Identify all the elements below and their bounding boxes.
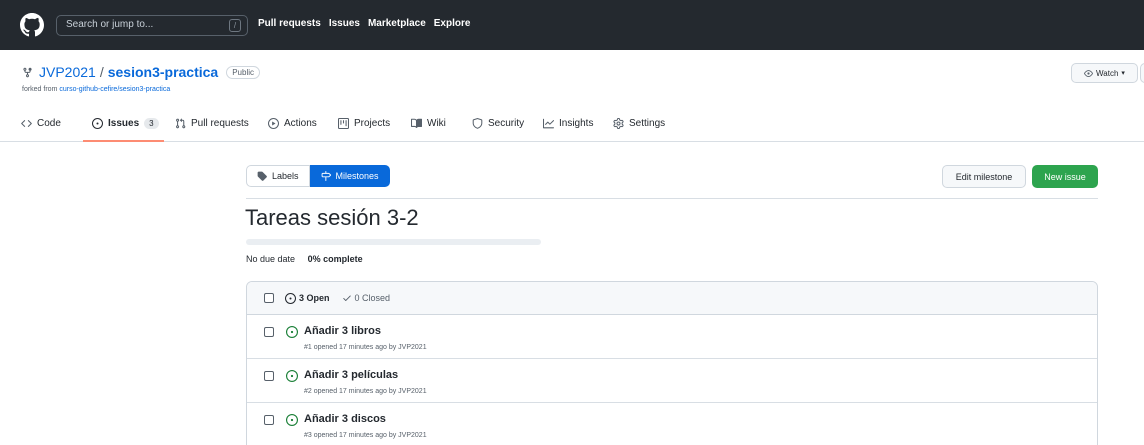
project-icon: [338, 118, 349, 129]
tab-projects[interactable]: Projects: [338, 118, 390, 129]
issue-opened-icon: [286, 326, 298, 338]
tab-issues-label: Issues: [108, 118, 140, 129]
forked-from-link[interactable]: curso-github-cefire/sesion3-practica: [59, 86, 170, 93]
open-count: 3 Open: [299, 293, 330, 303]
labels-link[interactable]: Labels: [246, 165, 310, 187]
issue-checkbox[interactable]: [264, 327, 274, 337]
eye-icon: [1084, 69, 1093, 77]
tab-security-label: Security: [488, 118, 525, 129]
visibility-badge: Public: [226, 65, 261, 79]
issues-counter: 3: [144, 118, 159, 129]
tab-code-label: Code: [37, 118, 61, 129]
issues-list: 3 Open 0 Closed Añadir 3 libros #1 opene…: [246, 281, 1098, 445]
milestone-meta: No due date 0% complete: [246, 254, 363, 264]
tab-pull-requests[interactable]: Pull requests: [175, 118, 249, 129]
book-icon: [411, 118, 422, 128]
issue-meta: #2 opened 17 minutes ago by JVP2021: [304, 388, 427, 395]
repo-owner-link[interactable]: JVP2021: [39, 64, 96, 80]
code-icon: [21, 120, 32, 127]
watch-label: Watch: [1096, 68, 1119, 78]
repo-name-link[interactable]: sesion3-practica: [108, 64, 219, 80]
edit-milestone-button[interactable]: Edit milestone: [942, 165, 1026, 188]
issue-opened-icon: [92, 118, 103, 129]
issue-opened-icon: [286, 370, 298, 382]
issue-opened-icon: [285, 292, 296, 304]
search-shortcut-key: /: [229, 19, 241, 32]
play-icon: [268, 118, 279, 129]
check-icon: [342, 295, 351, 301]
nav-pull-requests[interactable]: Pull requests: [258, 18, 321, 29]
repo-title: JVP2021 / sesion3-practica Public: [22, 64, 261, 80]
issue-row: Añadir 3 películas #2 opened 17 minutes …: [247, 359, 1097, 403]
global-header: Search or jump to... / Pull requests Iss…: [0, 0, 1144, 50]
tab-issues[interactable]: Issues 3: [92, 118, 159, 129]
tab-insights-label: Insights: [559, 118, 594, 129]
milestone-title: Tareas sesión 3-2: [245, 205, 419, 230]
issue-row: Añadir 3 discos #3 opened 17 minutes ago…: [247, 403, 1097, 445]
tab-wiki-label: Wiki: [427, 118, 446, 129]
tab-settings[interactable]: Settings: [613, 118, 665, 129]
tab-pull-requests-label: Pull requests: [191, 118, 249, 129]
gear-icon: [613, 118, 624, 129]
issue-checkbox[interactable]: [264, 371, 274, 381]
tab-settings-label: Settings: [629, 118, 666, 129]
tab-actions[interactable]: Actions: [268, 118, 317, 129]
tab-security[interactable]: Security: [472, 118, 524, 129]
issue-title-link[interactable]: Añadir 3 películas: [304, 369, 398, 381]
select-all-checkbox[interactable]: [264, 293, 274, 303]
issues-list-header: 3 Open 0 Closed: [247, 282, 1097, 315]
milestone-icon: [321, 171, 331, 181]
milestones-label: Milestones: [335, 171, 379, 181]
issue-meta: #3 opened 17 minutes ago by JVP2021: [304, 432, 427, 439]
issue-title-link[interactable]: Añadir 3 discos: [304, 413, 386, 425]
tab-insights[interactable]: Insights: [543, 118, 593, 129]
repo-forked-icon: [23, 67, 32, 77]
tab-actions-label: Actions: [284, 118, 317, 129]
global-nav: Pull requests Issues Marketplace Explore: [258, 18, 470, 29]
nav-issues[interactable]: Issues: [329, 18, 360, 29]
labels-milestones-subnav: Labels Milestones: [246, 165, 390, 187]
git-pull-request-icon: [176, 118, 186, 129]
issue-meta: #1 opened 17 minutes ago by JVP2021: [304, 344, 427, 351]
open-issues-filter[interactable]: 3 Open: [285, 292, 330, 304]
nav-explore[interactable]: Explore: [434, 18, 471, 29]
forked-from: forked from curso-github-cefire/sesion3-…: [22, 86, 170, 93]
search-input[interactable]: Search or jump to... /: [56, 15, 248, 36]
forked-from-label: forked from: [22, 86, 58, 93]
graph-icon: [543, 118, 554, 129]
watch-count-button[interactable]: [1140, 63, 1144, 83]
active-tab-indicator: [83, 140, 164, 142]
chevron-down-icon: ▾: [1121, 70, 1125, 77]
closed-issues-filter[interactable]: 0 Closed: [342, 293, 391, 303]
closed-count: 0 Closed: [354, 293, 391, 303]
tab-projects-label: Projects: [354, 118, 391, 129]
repo-path-separator: /: [99, 64, 104, 80]
milestone-progress-bar: [246, 239, 541, 245]
due-date: No due date: [246, 254, 296, 264]
watch-button[interactable]: Watch ▾: [1071, 63, 1138, 83]
issue-title-link[interactable]: Añadir 3 libros: [304, 325, 381, 337]
divider: [246, 198, 1098, 199]
issue-opened-icon: [286, 414, 298, 426]
shield-icon: [472, 118, 483, 129]
percent-complete: 0% complete: [307, 254, 363, 264]
nav-marketplace[interactable]: Marketplace: [368, 18, 426, 29]
tab-code[interactable]: Code: [21, 118, 61, 129]
milestones-link[interactable]: Milestones: [309, 165, 390, 187]
repo-tabs: Code Issues 3 Pull requests Actions Proj…: [0, 112, 1144, 142]
tab-wiki[interactable]: Wiki: [411, 118, 446, 129]
issue-row: Añadir 3 libros #1 opened 17 minutes ago…: [247, 315, 1097, 359]
tag-icon: [257, 171, 267, 181]
github-logo-icon[interactable]: [20, 13, 44, 37]
issue-checkbox[interactable]: [264, 415, 274, 425]
search-placeholder: Search or jump to...: [66, 19, 154, 30]
labels-label: Labels: [272, 171, 299, 181]
new-issue-button[interactable]: New issue: [1032, 165, 1098, 188]
